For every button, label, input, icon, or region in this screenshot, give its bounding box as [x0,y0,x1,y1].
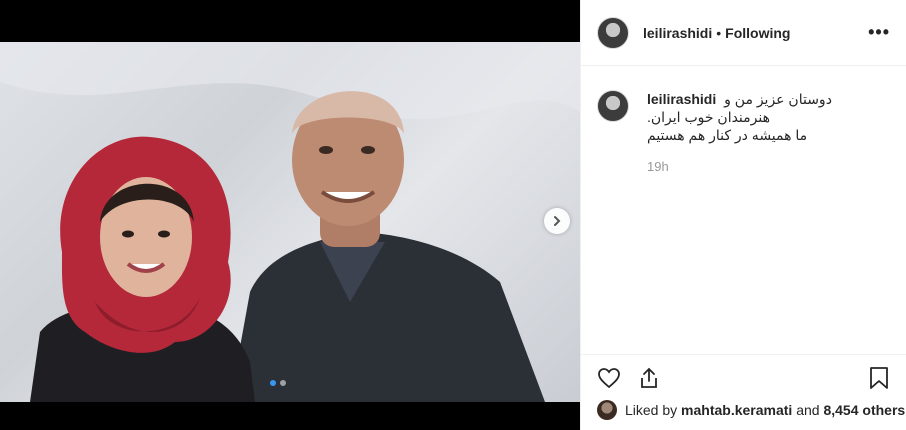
like-button[interactable] [595,364,623,392]
header-username[interactable]: leilirashidi [643,25,712,41]
chevron-right-icon [554,216,561,226]
post-timestamp[interactable]: 19h [647,158,887,176]
carousel-dot-2 [280,380,286,386]
more-icon[interactable]: ••• [868,22,890,43]
carousel-next-button[interactable] [544,208,570,234]
photo-illustration [0,42,580,402]
likes-summary: Liked by mahtab.keramati and 8,454 other… [597,400,905,420]
heart-icon [598,367,620,388]
action-bar [581,354,906,400]
avatar[interactable] [597,16,629,49]
liker-avatar[interactable] [597,400,617,420]
bookmark-icon [870,366,888,389]
post-photo[interactable] [0,42,580,402]
caption-row: leilirashidi دوستان عزیز من و هنرمندان خ… [597,90,890,176]
post-header: leilirashidi • Following ••• [581,0,906,66]
likes-prefix: Liked by [625,402,678,418]
share-button[interactable] [635,364,663,392]
likes-count[interactable]: 8,454 others [823,402,905,418]
share-icon [641,367,657,388]
caption-text-line2: ما همیشه در کنار هم هستیم [647,127,808,143]
caption-username[interactable]: leilirashidi [647,91,716,107]
post-side-panel: leilirashidi • Following ••• leilirashid… [580,0,906,430]
liked-by-username[interactable]: mahtab.keramati [681,402,792,418]
post-media [0,0,580,430]
caption-body: leilirashidi دوستان عزیز من و هنرمندان خ… [647,90,887,176]
header-separator: • [716,24,722,41]
following-button[interactable]: Following [725,25,790,41]
comments-section: leilirashidi دوستان عزیز من و هنرمندان خ… [581,66,906,176]
carousel-dot-1 [270,380,276,386]
save-button[interactable] [865,364,893,392]
carousel-indicator [270,380,286,386]
likes-middle: and [796,402,820,418]
caption-avatar[interactable] [597,90,629,122]
